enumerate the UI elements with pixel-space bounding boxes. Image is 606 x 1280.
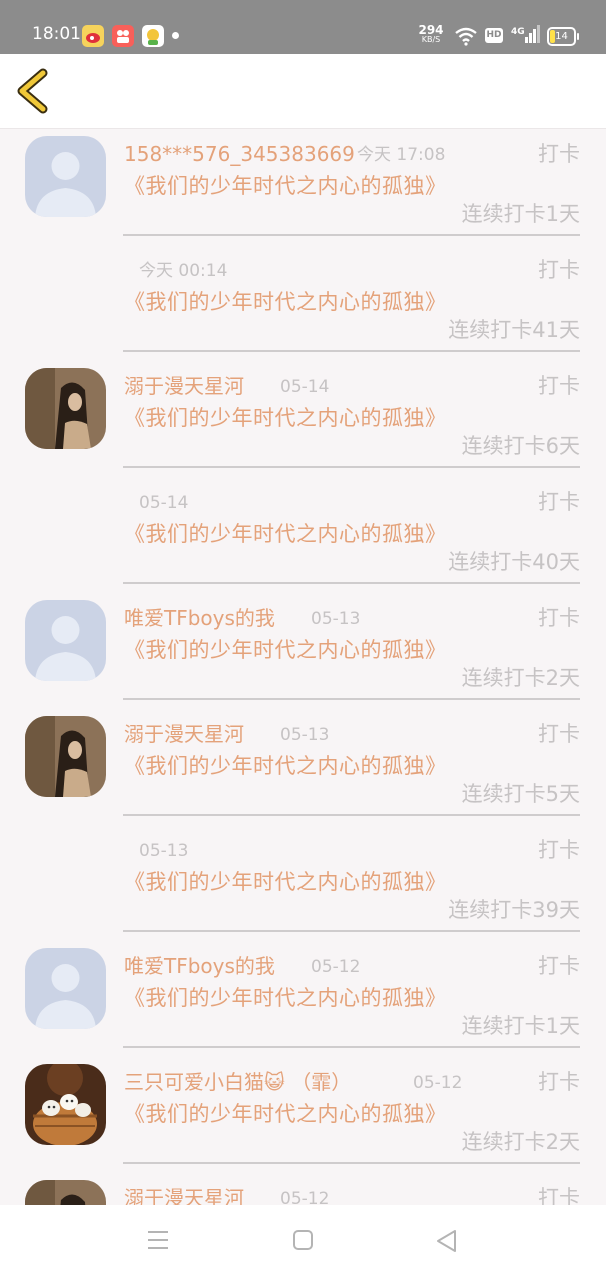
video-app-icon [112, 25, 134, 47]
wifi-icon [454, 26, 478, 50]
notification-dot [172, 32, 179, 39]
streak-count: 连续打卡40天 [448, 550, 580, 574]
checkin-label: 打卡 [538, 374, 580, 398]
divider [123, 698, 580, 700]
user-name[interactable]: 溺于漫天星河 [124, 1185, 244, 1205]
menu-icon[interactable] [147, 1229, 169, 1255]
back-button[interactable] [12, 68, 56, 114]
signal-icon: 4G [511, 25, 541, 49]
list-item[interactable]: 今天 00:14 打卡 《我们的少年时代之内心的孤独》 连续打卡41天 [0, 244, 606, 360]
checkin-time: 05-13 [280, 725, 330, 745]
checkin-label: 打卡 [538, 606, 580, 630]
checkin-label: 打卡 [538, 142, 580, 166]
divider [123, 930, 580, 932]
network-speed: 294 KB/S [418, 23, 444, 44]
divider [123, 1046, 580, 1048]
battery-icon: 14 [547, 27, 579, 46]
chevron-left-icon [17, 68, 48, 114]
user-name[interactable]: 三只可爱小白猫😺 （霏） [124, 1069, 351, 1095]
list-item[interactable]: 05-14 打卡 《我们的少年时代之内心的孤独》 连续打卡40天 [0, 476, 606, 592]
top-bar [0, 54, 606, 129]
checkin-time: 05-13 [139, 841, 189, 861]
hd-badge: HD [485, 28, 503, 43]
checkin-time: 05-12 [311, 957, 361, 977]
list-item[interactable]: 05-13 打卡 《我们的少年时代之内心的孤独》 连续打卡39天 [0, 824, 606, 940]
checkin-time: 今天 00:14 [139, 261, 228, 281]
streak-count: 连续打卡2天 [461, 666, 580, 690]
streak-count: 连续打卡6天 [461, 434, 580, 458]
checkin-label: 打卡 [538, 838, 580, 862]
checkin-time: 05-13 [311, 609, 361, 629]
divider [123, 1162, 580, 1164]
book-title: 《我们的少年时代之内心的孤独》 [124, 174, 447, 198]
user-name[interactable]: 溺于漫天星河 [124, 721, 244, 747]
list-item[interactable]: 三只可爱小白猫😺 （霏） 05-12 打卡 《我们的少年时代之内心的孤独》 连续… [0, 1056, 606, 1172]
checkin-label: 打卡 [538, 954, 580, 978]
checkin-time: 05-12 [413, 1073, 463, 1093]
list-item[interactable]: 唯爱TFboys的我 05-12 打卡 《我们的少年时代之内心的孤独》 连续打卡… [0, 940, 606, 1056]
status-bar: 18:01 294 KB/S HD 4G 14 [0, 0, 606, 54]
divider [123, 350, 580, 352]
streak-count: 连续打卡1天 [461, 202, 580, 226]
checkin-label: 打卡 [538, 258, 580, 282]
avatar[interactable] [25, 1180, 106, 1205]
user-name[interactable]: 唯爱TFboys的我 [124, 605, 275, 631]
divider [123, 814, 580, 816]
divider [123, 234, 580, 236]
checkin-list[interactable]: 158***576_345383669 今天 17:08 打卡 《我们的少年时代… [0, 128, 606, 1205]
book-title: 《我们的少年时代之内心的孤独》 [124, 870, 447, 894]
book-title: 《我们的少年时代之内心的孤独》 [124, 638, 447, 662]
checkin-time: 05-12 [280, 1189, 330, 1205]
user-name[interactable]: 唯爱TFboys的我 [124, 953, 275, 979]
avatar[interactable] [25, 948, 106, 1029]
streak-count: 连续打卡5天 [461, 782, 580, 806]
book-title: 《我们的少年时代之内心的孤独》 [124, 290, 447, 314]
checkin-label: 打卡 [538, 1070, 580, 1094]
list-item[interactable]: 溺于漫天星河 05-14 打卡 《我们的少年时代之内心的孤独》 连续打卡6天 [0, 360, 606, 476]
book-title: 《我们的少年时代之内心的孤独》 [124, 754, 447, 778]
avatar[interactable] [25, 136, 106, 217]
status-time: 18:01 [32, 24, 81, 44]
weibo-app-icon [82, 25, 104, 47]
divider [123, 466, 580, 468]
book-title: 《我们的少年时代之内心的孤独》 [124, 986, 447, 1010]
avatar[interactable] [25, 600, 106, 681]
streak-count: 连续打卡2天 [461, 1130, 580, 1154]
svg-text:4G: 4G [511, 27, 525, 37]
back-triangle-icon[interactable] [435, 1229, 459, 1257]
streak-count: 连续打卡39天 [448, 898, 580, 922]
checkin-label: 打卡 [538, 490, 580, 514]
home-square-icon[interactable] [292, 1229, 314, 1255]
system-nav-bar [0, 1205, 606, 1280]
user-name[interactable]: 溺于漫天星河 [124, 373, 244, 399]
book-title: 《我们的少年时代之内心的孤独》 [124, 406, 447, 430]
kid-app-icon [142, 25, 164, 47]
checkin-label: 打卡 [538, 722, 580, 746]
list-item[interactable]: 唯爱TFboys的我 05-13 打卡 《我们的少年时代之内心的孤独》 连续打卡… [0, 592, 606, 708]
streak-count: 连续打卡1天 [461, 1014, 580, 1038]
book-title: 《我们的少年时代之内心的孤独》 [124, 522, 447, 546]
checkin-time: 05-14 [139, 493, 189, 513]
list-item[interactable]: 溺于漫天星河 05-13 打卡 《我们的少年时代之内心的孤独》 连续打卡5天 [0, 708, 606, 824]
book-title: 《我们的少年时代之内心的孤独》 [124, 1102, 447, 1126]
avatar[interactable] [25, 1064, 106, 1145]
avatar[interactable] [25, 716, 106, 797]
list-item[interactable]: 溺于漫天星河 05-12 打卡 [0, 1172, 606, 1205]
streak-count: 连续打卡41天 [448, 318, 580, 342]
user-name[interactable]: 158***576_345383669 [124, 141, 355, 167]
avatar[interactable] [25, 368, 106, 449]
divider [123, 582, 580, 584]
checkin-time: 05-14 [280, 377, 330, 397]
checkin-time: 今天 17:08 [357, 145, 446, 165]
list-item[interactable]: 158***576_345383669 今天 17:08 打卡 《我们的少年时代… [0, 128, 606, 244]
checkin-label: 打卡 [538, 1186, 580, 1205]
